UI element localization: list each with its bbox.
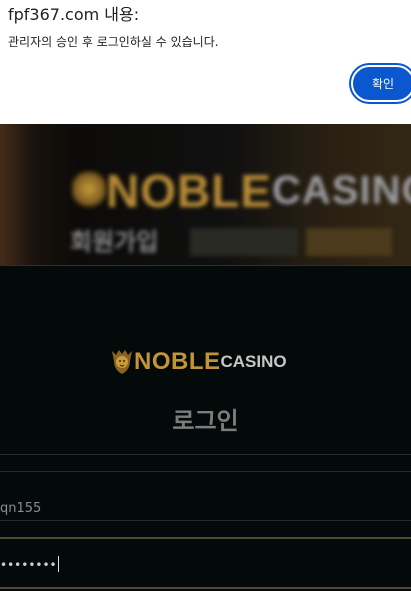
text-cursor bbox=[57, 556, 59, 572]
logo-noble-text: NOBLE bbox=[134, 348, 221, 375]
divider bbox=[0, 454, 411, 455]
dialog-message: 관리자의 승인 후 로그인하실 수 있습니다. bbox=[8, 35, 219, 49]
casino-page: NOBLECASINO 회원가입 NOBLECASINO 로그인 bbox=[0, 124, 411, 591]
login-heading: 로그인 bbox=[172, 407, 239, 435]
password-input[interactable]: •••••••• bbox=[0, 537, 411, 589]
divider bbox=[0, 520, 411, 521]
confirm-button[interactable]: 확인 bbox=[351, 65, 411, 102]
banner-logo-noble: NOBLE bbox=[106, 165, 272, 217]
password-mask: •••••••• bbox=[0, 558, 57, 572]
alert-dialog: fpf367.com 내용: 관리자의 승인 후 로그인하실 수 있습니다. 확… bbox=[0, 0, 411, 124]
promo-banner: NOBLECASINO 회원가입 bbox=[0, 124, 411, 266]
banner-decoration bbox=[306, 228, 392, 256]
divider bbox=[0, 471, 411, 472]
banner-logo-casino: CASINO bbox=[272, 168, 411, 213]
lion-crest-icon bbox=[72, 171, 106, 211]
banner-logo: NOBLECASINO bbox=[72, 164, 411, 218]
username-input[interactable] bbox=[0, 486, 411, 530]
lion-crest-icon bbox=[110, 349, 134, 375]
logo-casino-text: CASINO bbox=[220, 352, 287, 371]
banner-content: NOBLECASINO 회원가입 bbox=[0, 124, 411, 266]
site-logo: NOBLECASINO bbox=[110, 348, 287, 378]
banner-decoration bbox=[190, 228, 298, 256]
banner-tagline: 회원가입 bbox=[70, 228, 159, 256]
dialog-title: fpf367.com 내용: bbox=[8, 5, 140, 24]
login-panel: NOBLECASINO 로그인 •••••••• bbox=[0, 266, 411, 591]
